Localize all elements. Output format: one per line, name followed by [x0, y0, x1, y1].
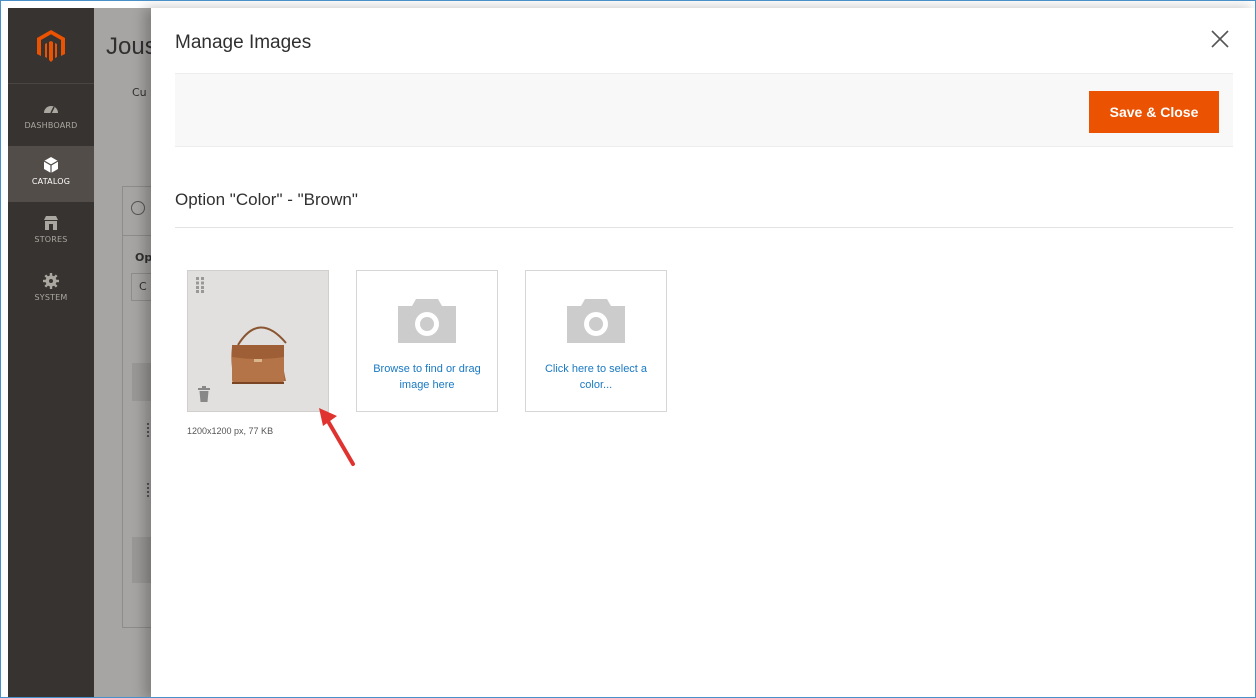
screenshot-frame: DASHBOARD CATALOG STORES SYSTEM Jous Cu …	[0, 0, 1256, 698]
sidebar-item-label: CATALOG	[31, 177, 71, 186]
close-icon	[1211, 30, 1229, 48]
section-title: Option "Color" - "Brown"	[175, 190, 358, 209]
browse-text: Browse to find or drag image here	[373, 363, 481, 391]
dashboard-icon	[44, 106, 58, 114]
stores-icon	[44, 216, 58, 230]
select-color-tile[interactable]: Click here to select a color...	[525, 270, 667, 412]
system-icon	[43, 273, 59, 289]
manage-images-modal: Manage Images Save & Close Option "Color…	[151, 8, 1255, 697]
background-breadcrumb: Cu	[132, 86, 147, 99]
image-dimensions-size: 1200x1200 px, 77 KB	[187, 426, 274, 436]
image-tile[interactable]	[187, 270, 329, 412]
sidebar-item-label: DASHBOARD	[24, 121, 78, 130]
select-color-text: Click here to select a color...	[544, 363, 648, 391]
close-button[interactable]	[1207, 26, 1233, 52]
section-divider	[175, 227, 1233, 228]
background-page-title: Jous	[106, 33, 157, 60]
sidebar-item-label: STORES	[34, 235, 68, 244]
admin-sidebar: DASHBOARD CATALOG STORES SYSTEM	[8, 8, 94, 697]
trash-icon[interactable]	[197, 385, 211, 403]
sidebar-item-dashboard[interactable]: DASHBOARD	[8, 90, 94, 146]
modal-title: Manage Images	[175, 32, 312, 53]
drag-handle-icon[interactable]	[196, 277, 206, 293]
magento-logo[interactable]	[8, 8, 94, 84]
browse-upload-tile[interactable]: Browse to find or drag image here	[356, 270, 498, 412]
collapse-icon	[131, 201, 145, 215]
annotation-arrow-icon	[319, 408, 355, 466]
sidebar-item-label: SYSTEM	[34, 293, 68, 302]
background-field-label: Op	[135, 251, 153, 264]
sidebar-item-stores[interactable]: STORES	[8, 204, 94, 260]
sidebar-item-catalog[interactable]: CATALOG	[8, 146, 94, 202]
modal-toolbar: Save & Close	[175, 73, 1233, 147]
catalog-icon	[43, 157, 59, 173]
magento-logo-icon	[37, 29, 65, 62]
product-image	[231, 326, 287, 384]
camera-icon	[567, 299, 625, 343]
camera-icon	[398, 299, 456, 343]
save-close-button[interactable]: Save & Close	[1089, 91, 1219, 133]
sidebar-item-system[interactable]: SYSTEM	[8, 262, 94, 318]
